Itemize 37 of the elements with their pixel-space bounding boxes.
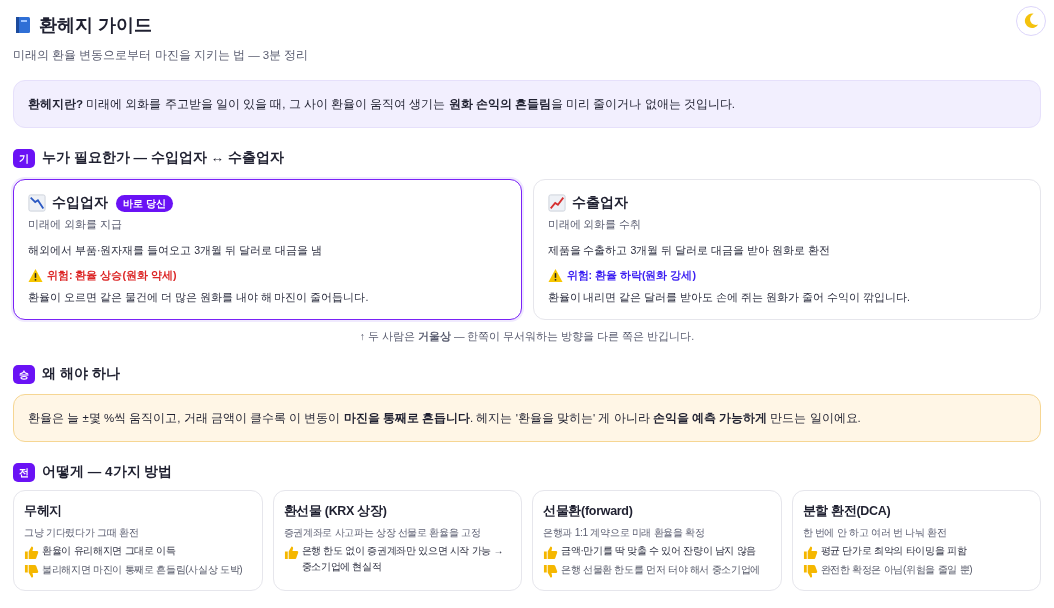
step-badge: 승 [13, 364, 35, 384]
callout-text: 환율은 늘 ±몇 %씩 움직이고, 거래 금액이 클수록 이 변동이 마진을 통째로 흔듭니다. 헤지는 '환율을 맞히는' 게 아니라 손익을 예측 가능하게 만드는 일이에요. [13, 394, 1041, 442]
risk-text: 위험: 환율 하락(원화 강세) [566, 268, 696, 283]
card-description: 제품을 수출하고 3개월 뒤 달러로 대금을 받아 원화로 환전 [547, 243, 831, 258]
con-point: 은행 선물환 한도를 먼저 터야 해서 중소기업에 [561, 563, 761, 577]
method-title: 환선물 (KRX 상장) [283, 503, 388, 520]
mirror-note: ↑ 두 사람은 거울상 — 한쪽이 무서워하는 방향을 다른 쪽은 반깁니다. [359, 330, 695, 342]
pro-point: 금액·만기를 딱 맞출 수 있어 잔량이 남지 않음 [561, 544, 756, 558]
risk-explanation: 환율이 오르면 같은 물건에 더 많은 원화를 내야 해 마진이 줄어듭니다. [28, 290, 370, 305]
page-subtitle: 미래의 환율 변동으로부터 마진을 지키는 법 — 3분 정리 [13, 48, 310, 63]
section-title: 누가 필요한가 — 수입업자 ↔ 수출업자 [42, 149, 284, 167]
card-subtitle: 미래에 외화를 수취 [547, 217, 643, 232]
con-point: 불리해지면 마진이 통째로 흔들림(사실상 도박) [42, 563, 243, 577]
risk-explanation: 환율이 내리면 같은 달러를 받아도 손에 쥐는 원화가 줄어 수익이 깎입니다. [547, 290, 911, 305]
method-title: 무헤지 [24, 503, 64, 520]
you-badge: 바로 당신 [116, 194, 173, 212]
section-title: 왜 해야 하나 [42, 365, 120, 383]
intro-text: 환헤지란? 미래에 외화를 주고받을 일이 있을 때, 그 사이 환율이 움직여 생기는 원화 손익의 흔들림을 미리 줄이거나 없애는 것입니다. [13, 80, 1041, 128]
card-description: 해외에서 부품·원자재를 들여오고 3개월 뒤 달러로 대금을 냄 [28, 243, 324, 258]
method-subtitle: 한 번에 안 하고 여러 번 나눠 환전 [802, 526, 948, 540]
section-title: 어떻게 — 4가지 방법 [42, 463, 173, 481]
method-subtitle: 은행과 1:1 계약으로 미래 환율을 확정 [543, 526, 706, 540]
risk-text: 위험: 환율 상승(원화 약세) [47, 268, 177, 283]
card-title: 수출업자 [571, 194, 628, 212]
page-title: 환헤지 가이드 [39, 14, 152, 37]
pro-point: 환율이 유리해지면 그대로 이득 [42, 544, 176, 558]
method-title: 선물환(forward) [543, 503, 634, 520]
step-badge: 기 [13, 148, 35, 168]
con-point: 완전한 확정은 아님(위험을 줄일 뿐) [820, 563, 973, 577]
method-subtitle: 그냥 기다렸다가 그때 환전 [24, 526, 140, 540]
card-title: 수입업자 [52, 194, 108, 212]
step-badge: 전 [13, 462, 35, 482]
card-subtitle: 미래에 외화를 지급 [28, 217, 123, 232]
method-title: 분할 환전(DCA) [802, 503, 892, 520]
method-subtitle: 증권계좌로 사고파는 상장 선물로 환율을 고정 [283, 526, 482, 540]
pro-point: 평균 단가로 최악의 타이밍을 피함 [820, 544, 967, 558]
pro-point: 은행 한도 없이 증권계좌만 있으면 시작 가능 → 중소기업에 현실적 [301, 544, 505, 574]
